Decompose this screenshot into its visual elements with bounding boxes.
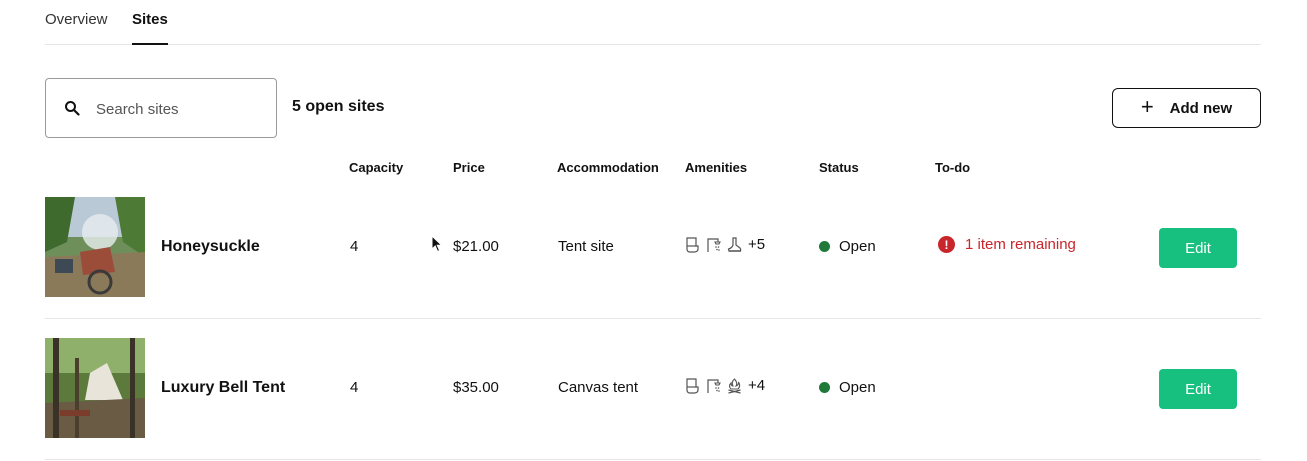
shower-icon <box>707 237 721 252</box>
tab-overview[interactable]: Overview <box>45 11 108 45</box>
column-header-todo: To-do <box>935 160 971 175</box>
column-header-price: Price <box>453 160 485 175</box>
search-icon <box>65 101 80 116</box>
search-box[interactable] <box>45 78 277 138</box>
add-new-button[interactable]: + Add new <box>1112 88 1261 128</box>
amenities-more[interactable]: +5 <box>748 236 765 253</box>
site-amenities: +4 <box>685 377 765 394</box>
column-header-capacity: Capacity <box>349 160 404 175</box>
alert-icon: ! <box>938 236 955 253</box>
toilet-icon <box>686 377 699 394</box>
hiking-boot-icon <box>727 236 742 252</box>
status-dot <box>819 241 830 252</box>
mouse-pointer-icon <box>431 235 443 253</box>
column-header-amenities: Amenities <box>685 160 748 175</box>
toilet-icon <box>686 236 699 253</box>
row-divider <box>45 318 1261 319</box>
edit-button[interactable]: Edit <box>1159 228 1237 268</box>
site-status: Open <box>819 238 876 255</box>
amenities-more[interactable]: +4 <box>748 377 765 394</box>
site-price: $21.00 <box>453 238 499 255</box>
tab-sites[interactable]: Sites <box>132 11 168 45</box>
site-row[interactable]: Luxury Bell Tent 4 $35.00 Canvas tent +4… <box>45 338 1261 438</box>
plus-icon: + <box>1140 94 1154 119</box>
campfire-icon <box>728 377 741 394</box>
shower-icon <box>707 378 721 393</box>
column-header-accommodation: Accommodation <box>557 160 659 175</box>
site-capacity: 4 <box>350 379 359 396</box>
site-status: Open <box>819 379 876 396</box>
site-accommodation: Canvas tent <box>558 379 639 396</box>
site-accommodation: Tent site <box>558 238 614 255</box>
add-new-label: Add new <box>1169 99 1233 117</box>
site-photo <box>45 338 145 438</box>
open-sites-count: 5 open sites <box>292 98 385 115</box>
site-photo <box>45 197 145 297</box>
row-divider <box>45 459 1261 460</box>
status-dot <box>819 382 830 393</box>
site-name[interactable]: Honeysuckle <box>161 238 260 256</box>
site-todo[interactable]: ! 1 item remaining <box>938 236 1076 253</box>
column-header-status: Status <box>819 160 859 175</box>
site-name[interactable]: Luxury Bell Tent <box>161 379 285 397</box>
site-amenities: +5 <box>685 236 765 253</box>
todo-label[interactable]: 1 item remaining <box>965 236 1076 253</box>
status-label: Open <box>839 238 876 255</box>
tab-bar: Overview Sites <box>45 0 1261 45</box>
site-row[interactable]: Honeysuckle 4 $21.00 Tent site +5 Open !… <box>45 197 1261 297</box>
site-capacity: 4 <box>350 238 359 255</box>
search-input[interactable] <box>96 97 266 121</box>
edit-button[interactable]: Edit <box>1159 369 1237 409</box>
status-label: Open <box>839 379 876 396</box>
site-price: $35.00 <box>453 379 499 396</box>
